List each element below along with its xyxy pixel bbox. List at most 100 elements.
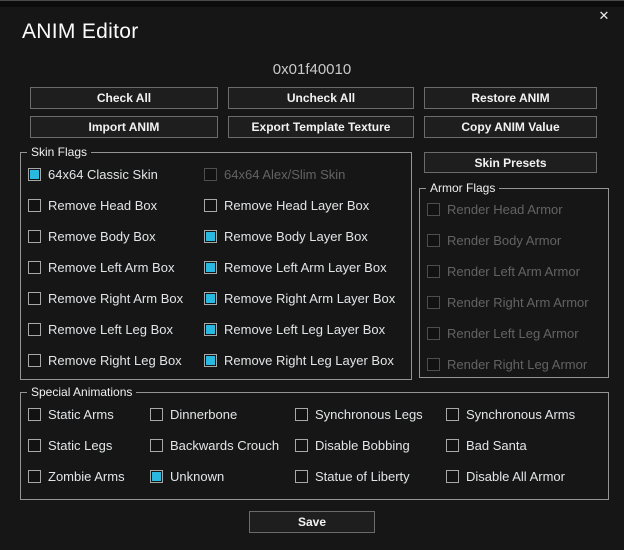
checkbox-label: 64x64 Classic Skin: [48, 166, 158, 182]
checkbox-bad-santa[interactable]: Bad Santa: [446, 437, 602, 453]
checkbox-box-icon: [446, 469, 459, 483]
checkbox-remove-left-leg-layer-box[interactable]: Remove Left Leg Layer Box: [204, 321, 405, 337]
checkbox-box-icon: [204, 322, 217, 336]
checkbox-remove-left-arm-layer-box[interactable]: Remove Left Arm Layer Box: [204, 259, 405, 275]
checkbox-label: Remove Body Layer Box: [224, 228, 368, 244]
checkbox-label: Remove Left Leg Layer Box: [224, 321, 386, 337]
checkbox-box-icon: [427, 295, 440, 309]
checkbox-label: Render Left Leg Armor: [447, 325, 579, 341]
checkbox-box-icon: [28, 229, 41, 243]
checkbox-box-icon: [28, 198, 41, 212]
checkbox-label: Unknown: [170, 468, 225, 484]
close-icon[interactable]: ✕: [594, 6, 614, 26]
skin-flags-group-title: Skin Flags: [27, 145, 92, 159]
checkbox-zombie-arms[interactable]: Zombie Arms: [28, 468, 150, 484]
copy-anim-value-button[interactable]: Copy ANIM Value: [424, 116, 597, 138]
checkbox-remove-right-leg-layer-box[interactable]: Remove Right Leg Layer Box: [204, 352, 405, 368]
checkbox-box-icon: [446, 438, 459, 452]
checkbox-remove-head-box[interactable]: Remove Head Box: [28, 197, 204, 213]
checkbox-label: Remove Left Leg Box: [48, 321, 174, 337]
checkbox-disable-bobbing[interactable]: Disable Bobbing: [295, 437, 446, 453]
checkbox-dinnerbone[interactable]: Dinnerbone: [150, 406, 295, 422]
checkbox-label: Remove Right Arm Layer Box: [224, 290, 396, 306]
skin-presets-button[interactable]: Skin Presets: [424, 152, 597, 173]
checkbox-box-icon: [427, 357, 440, 371]
checkbox-static-legs[interactable]: Static Legs: [28, 437, 150, 453]
checkbox-backwards-crouch[interactable]: Backwards Crouch: [150, 437, 295, 453]
checkbox-label: Remove Left Arm Box: [48, 259, 175, 275]
checkbox-synchronous-arms[interactable]: Synchronous Arms: [446, 406, 602, 422]
checkbox-remove-right-leg-box[interactable]: Remove Right Leg Box: [28, 352, 204, 368]
checkbox-label: Remove Left Arm Layer Box: [224, 259, 387, 275]
check-all-button[interactable]: Check All: [30, 87, 218, 109]
checkbox-label: Render Right Arm Armor: [447, 294, 589, 310]
checkbox-box-icon: [204, 167, 217, 181]
checkbox-box-icon: [28, 322, 41, 336]
checkbox-label: Render Head Armor: [447, 201, 563, 217]
checkbox-box-icon: [28, 167, 41, 181]
checkbox-remove-head-layer-box[interactable]: Remove Head Layer Box: [204, 197, 405, 213]
checkbox-box-icon: [150, 469, 163, 483]
checkbox-remove-left-arm-box[interactable]: Remove Left Arm Box: [28, 259, 204, 275]
checkbox-remove-left-leg-box[interactable]: Remove Left Leg Box: [28, 321, 204, 337]
checkbox-label: Static Arms: [48, 406, 114, 422]
checkbox-box-icon: [427, 233, 440, 247]
checkbox-label: 64x64 Alex/Slim Skin: [224, 166, 346, 182]
checkbox-box-icon: [295, 407, 308, 421]
checkbox-label: Bad Santa: [466, 437, 527, 453]
checkbox-label: Disable Bobbing: [315, 437, 410, 453]
checkbox-remove-right-arm-box[interactable]: Remove Right Arm Box: [28, 290, 204, 306]
anim-hex-value: 0x01f40010: [272, 61, 352, 78]
checkbox-synchronous-legs[interactable]: Synchronous Legs: [295, 406, 446, 422]
checkbox-render-body-armor: Render Body Armor: [427, 232, 602, 248]
checkbox-label: Remove Head Layer Box: [224, 197, 370, 213]
checkbox-box-icon: [446, 407, 459, 421]
checkbox-remove-body-layer-box[interactable]: Remove Body Layer Box: [204, 228, 405, 244]
checkbox-disable-all-armor[interactable]: Disable All Armor: [446, 468, 602, 484]
checkbox-statue-of-liberty[interactable]: Statue of Liberty: [295, 468, 446, 484]
checkbox-label: Render Right Leg Armor: [447, 356, 588, 372]
checkbox-label: Synchronous Legs: [315, 406, 423, 422]
checkbox-render-right-arm-armor: Render Right Arm Armor: [427, 294, 602, 310]
armor-flags-group: Armor Flags Render Head Armor Render Bod…: [419, 181, 609, 378]
checkbox-remove-right-arm-layer-box[interactable]: Remove Right Arm Layer Box: [204, 290, 405, 306]
checkbox-label: Disable All Armor: [466, 468, 565, 484]
checkbox-box-icon: [28, 438, 41, 452]
checkbox-box-icon: [28, 260, 41, 274]
checkbox-remove-body-box[interactable]: Remove Body Box: [28, 228, 204, 244]
special-animations-group-title: Special Animations: [27, 385, 137, 399]
checkbox-box-icon: [28, 469, 41, 483]
checkbox-box-icon: [204, 229, 217, 243]
checkbox-render-head-armor: Render Head Armor: [427, 201, 602, 217]
checkbox-label: Render Body Armor: [447, 232, 562, 248]
checkbox-static-arms[interactable]: Static Arms: [28, 406, 150, 422]
checkbox-box-icon: [150, 438, 163, 452]
armor-flags-group-title: Armor Flags: [426, 181, 500, 195]
checkbox-box-icon: [427, 264, 440, 278]
checkbox-box-icon: [28, 407, 41, 421]
import-anim-button[interactable]: Import ANIM: [30, 116, 218, 138]
checkbox-label: Dinnerbone: [170, 406, 238, 422]
checkbox-unknown[interactable]: Unknown: [150, 468, 295, 484]
checkbox-label: Zombie Arms: [48, 468, 125, 484]
checkbox-label: Static Legs: [48, 437, 113, 453]
uncheck-all-button[interactable]: Uncheck All: [228, 87, 414, 109]
checkbox-box-icon: [150, 407, 163, 421]
checkbox-label: Statue of Liberty: [315, 468, 410, 484]
checkbox-label: Remove Right Arm Box: [48, 290, 184, 306]
checkbox-box-icon: [295, 469, 308, 483]
restore-anim-button[interactable]: Restore ANIM: [424, 87, 597, 109]
export-template-texture-button[interactable]: Export Template Texture: [228, 116, 414, 138]
checkbox-box-icon: [204, 260, 217, 274]
checkbox-64x64-classic-skin[interactable]: 64x64 Classic Skin: [28, 166, 204, 182]
checkbox-label: Remove Head Box: [48, 197, 158, 213]
save-button[interactable]: Save: [249, 511, 375, 533]
checkbox-box-icon: [427, 202, 440, 216]
checkbox-render-right-leg-armor: Render Right Leg Armor: [427, 356, 602, 372]
checkbox-64x64-alex-slim-skin[interactable]: 64x64 Alex/Slim Skin: [204, 166, 405, 182]
checkbox-label: Remove Body Box: [48, 228, 156, 244]
special-animations-group: Special Animations Static Arms Dinnerbon…: [20, 385, 609, 500]
checkbox-box-icon: [295, 438, 308, 452]
checkbox-box-icon: [204, 198, 217, 212]
checkbox-label: Remove Right Leg Layer Box: [224, 352, 394, 368]
